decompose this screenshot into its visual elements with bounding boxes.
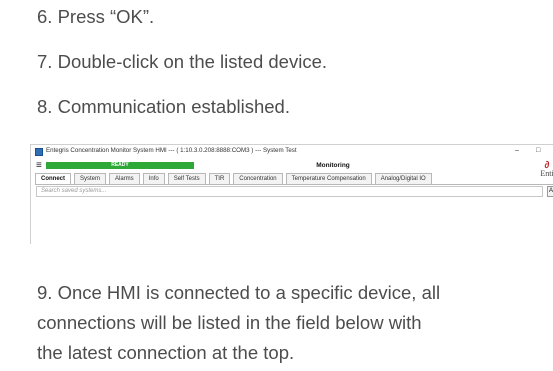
hamburger-menu-icon[interactable]: ≡ [36,161,42,171]
step-number: 9. [37,282,53,303]
tab-concentration[interactable]: Concentration [233,173,283,184]
step-number: 6. [37,6,53,27]
step-9-line-3: the latest connection at the top. [37,342,295,363]
step-number: 8. [37,96,53,117]
tab-system[interactable]: System [74,173,107,184]
tab-info[interactable]: Info [142,173,165,184]
window-titlebar: Entegris Concentration Monitor System HM… [31,145,553,159]
tab-connect[interactable]: Connect [35,173,71,184]
step-9-line-2: connections will be listed in the field … [37,312,422,333]
entegris-logo: ∂ Enti [537,161,553,178]
tab-bar: Connect System Alarms Info Self Tests TI… [35,173,435,184]
status-badge: READY [46,162,194,169]
mode-label: Monitoring [316,162,350,169]
tab-tir[interactable]: TIR [208,173,231,184]
step-8: 8. Communication established. [37,94,290,120]
step-9-line-1: 9. Once HMI is connected to a specific d… [37,278,440,308]
step-7: 7. Double-click on the listed device. [37,49,327,75]
tab-alarms[interactable]: Alarms [109,173,140,184]
tab-self-tests[interactable]: Self Tests [167,173,206,184]
step-text: Press “OK”. [57,6,155,27]
hmi-screenshot: Entegris Concentration Monitor System HM… [30,144,553,244]
step-number: 7. [37,51,53,72]
step-text: Communication established. [57,96,290,117]
step-text: Double-click on the listed device. [57,51,327,72]
maximize-button[interactable]: □ [536,147,540,154]
step-9: 9. Once HMI is connected to a specific d… [37,278,440,368]
tab-temperature-compensation[interactable]: Temperature Compensation [285,173,372,184]
minimize-button[interactable]: – [515,147,519,154]
tab-analog-digital-io[interactable]: Analog/Digital IO [374,173,432,184]
tab-divider [35,184,553,185]
app-icon [35,148,43,156]
add-button[interactable]: Ac [547,186,553,197]
window-title: Entegris Concentration Monitor System HM… [46,147,297,154]
logo-text: Enti [540,169,553,178]
step-6: 6. Press “OK”. [37,4,154,30]
search-saved-systems-input[interactable]: Search saved systems... [36,186,543,197]
step-text: Once HMI is connected to a specific devi… [57,282,441,303]
